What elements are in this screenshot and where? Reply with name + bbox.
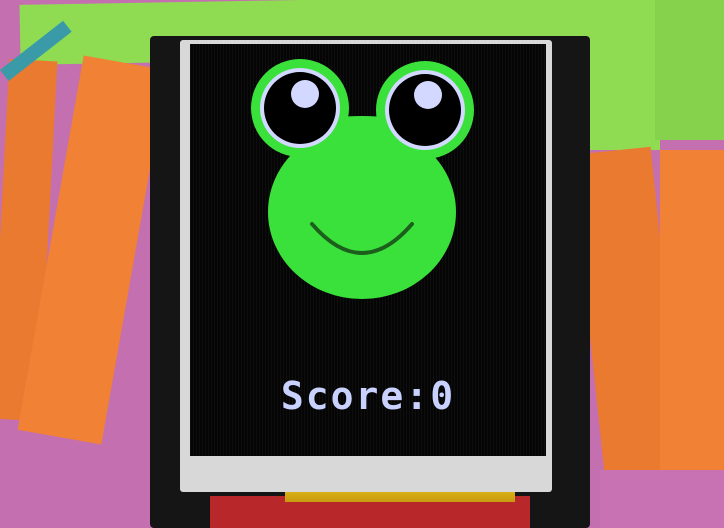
photo-scene: Score:0 — [0, 0, 724, 528]
frog-eye-left-highlight — [291, 80, 319, 108]
score-label: Score — [280, 374, 406, 418]
paper-strip-pink-right — [600, 470, 724, 528]
score-separator: : — [405, 374, 431, 418]
paper-strip-orange-right-2 — [660, 150, 724, 500]
score-display: Score:0 — [190, 374, 546, 418]
paper-strip-green-far-right — [655, 0, 724, 140]
frog-eye-right-highlight — [414, 81, 442, 109]
score-value: 0 — [430, 374, 456, 418]
frog-face-icon — [251, 59, 474, 299]
game-screen[interactable]: Score:0 — [190, 44, 546, 456]
